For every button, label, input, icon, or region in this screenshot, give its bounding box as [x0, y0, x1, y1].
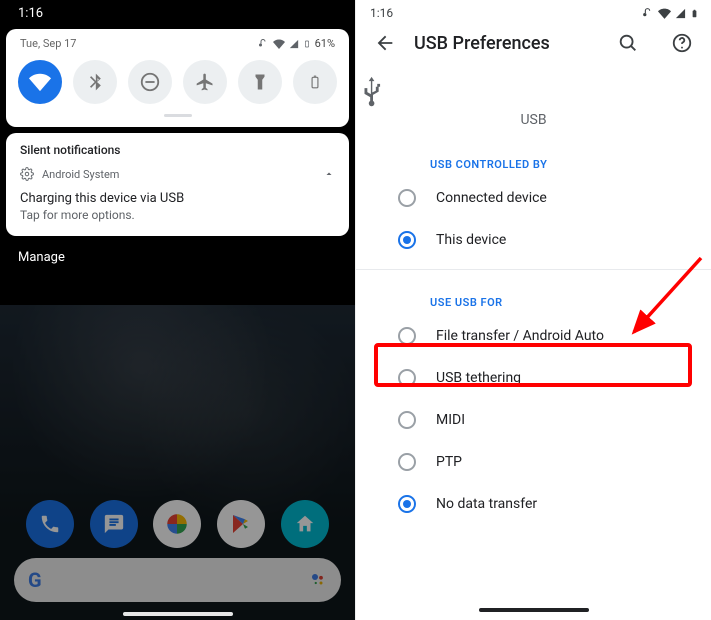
gesture-nav-pill[interactable] [123, 612, 233, 616]
battery-percent: 61% [315, 37, 335, 50]
option-label: This device [436, 232, 506, 248]
photos-app-icon[interactable] [153, 500, 201, 548]
radio-checked-icon [398, 231, 416, 249]
option-no-data-transfer[interactable]: No data transfer [356, 483, 711, 525]
google-search-bar[interactable]: G [14, 558, 341, 602]
option-midi[interactable]: MIDI [356, 399, 711, 441]
radio-icon [398, 453, 416, 471]
manage-button[interactable]: Manage [0, 236, 355, 265]
option-label: File transfer / Android Auto [436, 328, 604, 344]
flashlight-toggle[interactable] [238, 60, 282, 104]
usb-icon [356, 74, 390, 108]
option-label: MIDI [436, 412, 465, 428]
usb-preferences-screen: 1:16 USB Preferences [355, 0, 711, 620]
radio-icon [398, 411, 416, 429]
qs-date: Tue, Sep 17 [20, 37, 76, 50]
option-label: No data transfer [436, 496, 537, 512]
expand-handle[interactable] [164, 114, 192, 117]
option-file-transfer[interactable]: File transfer / Android Auto [356, 315, 711, 357]
quick-settings-panel: Tue, Sep 17 61% [6, 29, 349, 127]
option-label: Connected device [436, 190, 547, 206]
playstore-app-icon[interactable] [217, 500, 265, 548]
radio-icon [398, 189, 416, 207]
wifi-toggle[interactable] [18, 60, 62, 104]
gesture-nav-pill[interactable] [479, 608, 589, 612]
messages-app-icon[interactable] [90, 500, 138, 548]
radio-checked-icon [398, 495, 416, 513]
notification-card[interactable]: Silent notifications Android System Char… [6, 133, 349, 236]
collapse-icon[interactable] [323, 168, 335, 180]
silent-section-title: Silent notifications [20, 143, 335, 167]
clock: 1:16 [370, 6, 393, 20]
status-bar: 1:16 [356, 0, 711, 22]
assistant-icon[interactable] [309, 571, 327, 589]
status-icons: 61% [257, 37, 335, 50]
notif-app-name: Android System [42, 168, 119, 181]
radio-icon [398, 327, 416, 345]
page-title: USB Preferences [414, 33, 550, 54]
back-button[interactable] [374, 32, 396, 54]
option-this-device[interactable]: This device [356, 219, 711, 261]
notification-shade-screenshot: G 1:16 Tue, Sep 17 61% [0, 0, 355, 620]
phone-app-icon[interactable] [26, 500, 74, 548]
dock [0, 500, 355, 548]
option-label: USB tethering [436, 370, 521, 386]
usb-hero-label: USB [356, 112, 711, 128]
settings-icon [20, 167, 34, 181]
help-button[interactable] [671, 32, 693, 54]
status-icons [641, 7, 699, 20]
section-usb-controlled-by: USB CONTROLLED BY [356, 132, 711, 177]
clock: 1:16 [18, 6, 43, 21]
usb-hero: USB [356, 68, 711, 132]
radio-icon [398, 369, 416, 387]
dnd-toggle[interactable] [128, 60, 172, 104]
battery-saver-toggle[interactable] [293, 60, 337, 104]
status-bar: 1:16 [0, 0, 355, 25]
notif-subtitle: Tap for more options. [20, 208, 335, 222]
option-usb-tethering[interactable]: USB tethering [356, 357, 711, 399]
option-label: PTP [436, 454, 462, 470]
wallpaper: G [0, 305, 355, 620]
google-logo-icon: G [28, 568, 42, 592]
option-connected-device[interactable]: Connected device [356, 177, 711, 219]
search-button[interactable] [617, 32, 639, 54]
airplane-toggle[interactable] [183, 60, 227, 104]
section-use-usb-for: USE USB FOR [356, 270, 711, 315]
notif-title: Charging this device via USB [20, 191, 335, 206]
option-ptp[interactable]: PTP [356, 441, 711, 483]
home-app-icon[interactable] [281, 500, 329, 548]
bluetooth-toggle[interactable] [73, 60, 117, 104]
app-bar: USB Preferences [356, 22, 711, 68]
